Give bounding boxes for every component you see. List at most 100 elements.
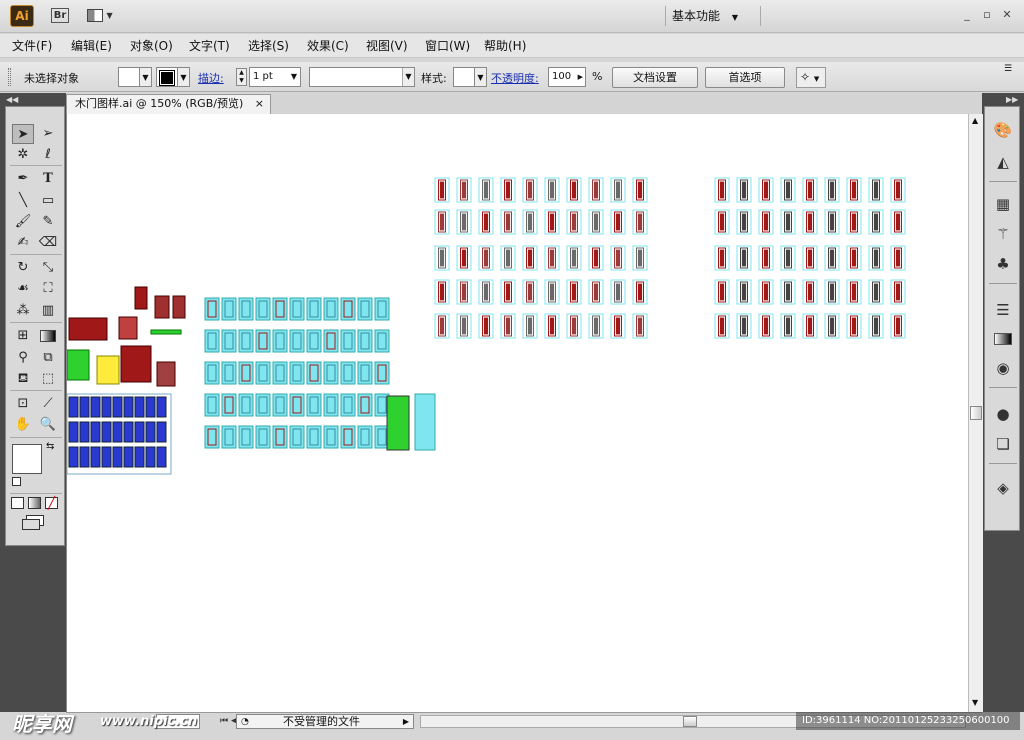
transparency-panel-icon[interactable]: ◉ <box>991 357 1015 379</box>
close-icon[interactable]: × <box>255 95 264 113</box>
fill-swatch[interactable] <box>118 67 140 87</box>
screen-mode-button[interactable] <box>20 515 46 530</box>
opacity-label[interactable]: 不透明度: <box>491 70 539 86</box>
gradient-panel-icon[interactable] <box>991 327 1015 349</box>
workspace-switcher[interactable]: 基本功能 ▼ <box>672 6 750 26</box>
door-detail <box>829 283 835 301</box>
gradient-icon <box>40 329 56 342</box>
graphic-styles-panel-icon[interactable]: ❏ <box>991 433 1015 455</box>
pen-tool[interactable]: ✒ <box>12 169 34 189</box>
blob-brush-tool[interactable]: ✍ <box>12 233 34 253</box>
h-scroll-thumb[interactable] <box>683 716 697 727</box>
none-mode-button[interactable]: ╱ <box>45 497 58 509</box>
opacity-field[interactable]: 100 ▶ <box>548 67 586 87</box>
select-similar-button[interactable]: ✧ ▼ <box>796 67 826 88</box>
panel-menu-icon[interactable]: ☰ <box>1004 64 1012 74</box>
close-button[interactable]: ✕ <box>998 7 1016 23</box>
brushes-panel-icon[interactable]: ⚚ <box>991 223 1015 245</box>
menu-object[interactable]: 对象(O) <box>130 37 173 55</box>
direct-selection-tool[interactable]: ➢ <box>37 124 59 144</box>
blend-tool[interactable]: ⧉ <box>37 348 59 368</box>
document-setup-button[interactable]: 文档设置 <box>612 67 698 88</box>
color-mode-button[interactable] <box>11 497 24 509</box>
collapse-left-icon[interactable]: ◀◀ <box>6 95 18 104</box>
type-icon: T <box>43 171 53 186</box>
live-paint-selection-tool[interactable]: ⬚ <box>37 369 59 389</box>
stroke-dropdown[interactable]: ▼ <box>178 67 190 87</box>
scale-tool[interactable]: ⤡ <box>37 258 59 278</box>
eyedropper-tool[interactable]: ⚲ <box>12 348 34 368</box>
panel-icon-dock: 🎨 ◭ ▦ ⚚ ♣ ☰ ◉ ● ❏ ◈ <box>984 106 1020 531</box>
document-tab[interactable]: 木门图样.ai @ 150% (RGB/预览) × <box>66 94 271 114</box>
menu-select[interactable]: 选择(S) <box>248 37 289 55</box>
minimize-button[interactable]: _ <box>958 7 976 23</box>
selection-tool[interactable]: ➤ <box>12 124 34 144</box>
graphic-style-swatch[interactable] <box>453 67 475 87</box>
grip-handle[interactable] <box>8 68 11 86</box>
scroll-up-icon[interactable]: ▲ <box>972 116 978 125</box>
live-paint-bucket-tool[interactable]: ⛾ <box>12 369 34 389</box>
rotate-tool[interactable]: ↻ <box>12 258 34 278</box>
stroke-weight-stepper[interactable]: ▲ ▼ <box>236 68 247 86</box>
stroke-panel-icon[interactable]: ☰ <box>991 299 1015 321</box>
menu-view[interactable]: 视图(V) <box>366 37 408 55</box>
swatches-panel-icon[interactable]: ▦ <box>991 193 1015 215</box>
column-graph-tool[interactable]: ▥ <box>37 301 59 321</box>
swap-colors-icon[interactable]: ⇆ <box>46 441 54 452</box>
symbol-sprayer-tool[interactable]: ⁂ <box>12 301 34 321</box>
type-tool[interactable]: T <box>37 169 59 189</box>
stroke-weight-field[interactable]: 1 pt ▼ <box>249 67 301 87</box>
collapse-right-icon[interactable]: ▶▶ <box>1006 95 1018 104</box>
menu-type[interactable]: 文字(T) <box>189 37 230 55</box>
fill-dropdown[interactable]: ▼ <box>140 67 152 87</box>
appearance-panel-icon[interactable]: ● <box>991 403 1015 425</box>
eyedropper-icon: ⚲ <box>18 350 28 365</box>
menu-file[interactable]: 文件(F) <box>12 37 52 55</box>
line-tool[interactable]: ╲ <box>12 191 34 211</box>
gradient-mode-button[interactable] <box>28 497 41 509</box>
pencil-tool[interactable]: ✎ <box>37 212 59 232</box>
gradient-tool[interactable] <box>37 326 59 346</box>
brush-definition-field[interactable]: ▼ <box>309 67 415 87</box>
chevron-right-icon: ▶ <box>577 73 583 81</box>
magic-wand-tool[interactable]: ✲ <box>12 145 34 165</box>
scroll-down-icon[interactable]: ▼ <box>972 698 978 707</box>
vertical-scrollbar[interactable]: ▲ ▼ <box>968 114 983 712</box>
live-paint-selection-icon: ⬚ <box>41 371 55 386</box>
preferences-button[interactable]: 首选项 <box>705 67 785 88</box>
restore-button[interactable]: ▫ <box>978 7 996 23</box>
door-thumbnail <box>386 395 410 451</box>
status-dropdown[interactable]: ◔ 不受管理的文件 ▶ <box>236 714 414 729</box>
rectangle-tool[interactable]: ▭ <box>37 191 59 211</box>
menu-effect[interactable]: 效果(C) <box>307 37 349 55</box>
stroke-swatch[interactable] <box>156 67 178 87</box>
mesh-tool[interactable]: ⊞ <box>12 326 34 346</box>
warp-tool[interactable]: ☙ <box>12 279 34 299</box>
color-guide-panel-icon[interactable]: ◭ <box>991 151 1015 173</box>
lasso-tool[interactable]: ℓ <box>37 145 59 165</box>
menu-help[interactable]: 帮助(H) <box>484 37 526 55</box>
door-detail <box>785 283 791 301</box>
scroll-thumb[interactable] <box>970 406 982 420</box>
fill-color-box[interactable] <box>12 444 42 474</box>
bridge-button[interactable]: Br <box>48 6 72 26</box>
eraser-tool[interactable]: ⌫ <box>37 233 59 253</box>
default-colors-icon[interactable] <box>12 477 21 486</box>
artboard-canvas[interactable] <box>66 114 968 712</box>
menu-edit[interactable]: 编辑(E) <box>71 37 112 55</box>
graphic-style-dropdown[interactable]: ▼ <box>475 67 487 87</box>
paintbrush-tool[interactable]: 🖌 <box>12 212 34 232</box>
layers-panel-icon[interactable]: ◈ <box>991 477 1015 499</box>
artboard-tool[interactable]: ⊡ <box>12 394 34 414</box>
free-transform-tool[interactable]: ⛶ <box>37 279 59 299</box>
zoom-tool[interactable]: 🔍 <box>37 415 59 435</box>
symbols-panel-icon[interactable]: ♣ <box>991 253 1015 275</box>
slice-tool[interactable]: ⟋ <box>37 394 59 414</box>
divider <box>665 6 666 26</box>
color-panel-icon[interactable]: 🎨 <box>991 119 1015 141</box>
menu-window[interactable]: 窗口(W) <box>425 37 470 55</box>
arrange-documents-button[interactable]: ▼ <box>84 6 116 26</box>
hand-tool[interactable]: ✋ <box>12 415 34 435</box>
door-detail <box>829 317 835 335</box>
stroke-label[interactable]: 描边: <box>198 70 224 86</box>
